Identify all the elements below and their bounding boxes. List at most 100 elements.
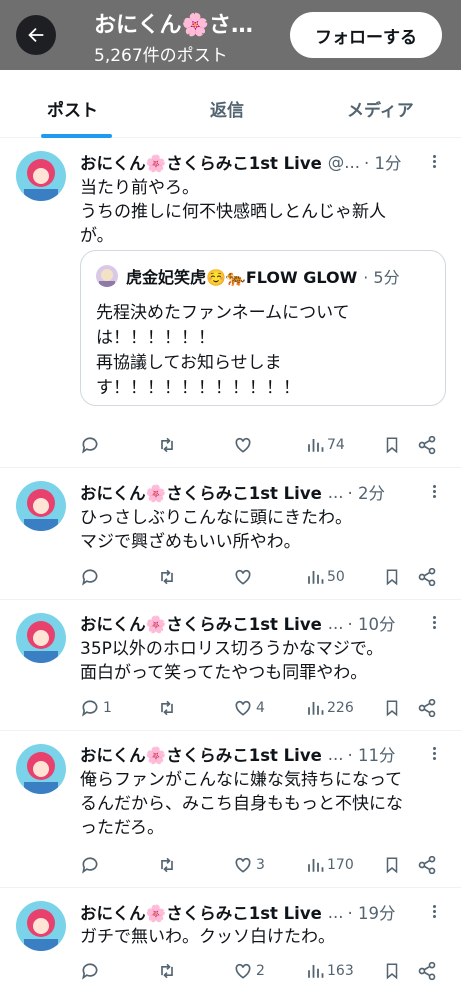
post[interactable]: おにくん🌸さくらみこ1st Live ... · 11分 俺らファンがこんなに嫌…	[0, 731, 461, 888]
post-author[interactable]: おにくん🌸さくらみこ1st Live	[80, 900, 322, 924]
post-count: 5,267件のポスト	[94, 46, 228, 66]
post-time[interactable]: · 19分	[348, 900, 396, 924]
quote-avatar-image	[96, 265, 118, 287]
avatar[interactable]	[16, 481, 66, 531]
tab-replies[interactable]: 返信	[210, 96, 244, 121]
repost-icon	[161, 569, 173, 585]
views-icon	[308, 859, 324, 872]
more-options-icon[interactable]	[428, 903, 440, 923]
post[interactable]: おにくん🌸さくらみこ1st Live ... · 2分 ひっさしぶりこんなに頭に…	[0, 468, 461, 600]
post-author[interactable]: おにくん🌸さくらみこ1st Live	[80, 480, 322, 504]
share-button[interactable]	[417, 960, 437, 982]
tab-media[interactable]: メディア	[347, 96, 414, 121]
follow-button[interactable]: フォローする	[290, 12, 442, 58]
repost-button[interactable]	[157, 854, 177, 876]
post-actions: 1 4 226	[80, 697, 446, 721]
repost-icon	[161, 437, 173, 453]
avatar[interactable]	[16, 744, 66, 794]
reply-button[interactable]	[80, 960, 103, 982]
post-author[interactable]: おにくん🌸さくらみこ1st Live	[80, 611, 322, 635]
share-button[interactable]	[417, 434, 437, 456]
post-handle[interactable]: @...	[328, 153, 360, 172]
repost-icon	[161, 857, 173, 873]
avatar-image	[16, 613, 66, 663]
repost-button[interactable]	[157, 697, 177, 719]
more-options-icon[interactable]	[428, 745, 440, 765]
views-button[interactable]: 170	[306, 854, 354, 876]
like-button[interactable]	[233, 434, 256, 456]
profile-name: おにくん🌸さ…	[94, 13, 253, 38]
quote-time: · 5分	[363, 268, 400, 287]
bookmark-button[interactable]	[383, 434, 401, 456]
share-button[interactable]	[417, 566, 437, 588]
repost-button[interactable]	[157, 434, 177, 456]
views-button[interactable]: 226	[306, 697, 354, 719]
bookmark-icon	[386, 700, 398, 717]
share-icon	[418, 961, 436, 981]
quote-text: 先程決めたファンネームについて は！！！！！！ 再協議してお知らせしま す！！！…	[96, 303, 350, 398]
post[interactable]: おにくん🌸さくらみこ1st Live ... · 19分 ガチで無いわ。クッソ白…	[0, 888, 461, 999]
avatar[interactable]	[16, 613, 66, 663]
quote-author: 虎金妃笑虎☺️🐅FLOW GLOW	[126, 268, 358, 287]
views-icon	[308, 571, 324, 584]
reply-button[interactable]: 1	[80, 697, 112, 719]
reply-button[interactable]	[80, 854, 103, 876]
bookmark-button[interactable]	[383, 854, 401, 876]
post[interactable]: おにくん🌸さくらみこ1st Live @... · 1分 当たり前やろ。 うちの…	[0, 139, 461, 468]
like-button[interactable]: 3	[233, 854, 265, 876]
active-tab-indicator	[41, 134, 112, 138]
heart-icon	[235, 569, 251, 585]
post-text: 当たり前やろ。 うちの推しに何不快感晒しとんじゃ新人 が。	[80, 178, 386, 246]
bookmark-icon	[386, 857, 398, 874]
post-actions: 50	[80, 566, 446, 590]
post-text: ひっさしぶりこんなに頭にきたわ。 マジで興ざめもいい所やわ。	[80, 508, 352, 552]
views-button[interactable]: 74	[306, 434, 345, 456]
arrow-left-icon	[28, 27, 44, 43]
post-text: ガチで無いわ。クッソ白けたわ。	[80, 927, 335, 947]
post-author[interactable]: おにくん🌸さくらみこ1st Live	[80, 742, 322, 766]
heart-icon	[235, 963, 251, 979]
repost-button[interactable]	[157, 960, 177, 982]
like-button[interactable]: 4	[233, 697, 265, 719]
profile-tabs: ポスト 返信 メディア	[0, 82, 461, 138]
quoted-post[interactable]: 虎金妃笑虎☺️🐅FLOW GLOW · 5分 先程決めたファンネームについて は…	[80, 250, 446, 406]
like-button[interactable]	[233, 566, 256, 588]
post-actions: 2 163	[80, 960, 446, 984]
avatar[interactable]	[16, 151, 66, 201]
bookmark-icon	[386, 437, 398, 454]
post-text: 俺らファンがこんなに嫌な気持ちになって るんだから、みこち自身ももっと不快にな …	[80, 770, 403, 838]
like-button[interactable]: 2	[233, 960, 265, 982]
share-button[interactable]	[417, 854, 437, 876]
bookmark-button[interactable]	[383, 960, 401, 982]
post-time[interactable]: · 2分	[348, 480, 386, 504]
more-options-icon[interactable]	[428, 614, 440, 634]
more-options-icon[interactable]	[428, 153, 440, 173]
post[interactable]: おにくん🌸さくらみこ1st Live ... · 10分 35P以外のホロリス切…	[0, 600, 461, 731]
post-handle[interactable]: ...	[328, 903, 344, 922]
share-icon	[418, 698, 436, 718]
post-time[interactable]: · 10分	[348, 611, 396, 635]
tab-posts[interactable]: ポスト	[47, 96, 98, 121]
post-author[interactable]: おにくん🌸さくらみこ1st Live	[80, 150, 322, 174]
views-button[interactable]: 50	[306, 566, 345, 588]
avatar[interactable]	[16, 901, 66, 951]
post-actions: 3 170	[80, 854, 446, 878]
reply-icon	[82, 700, 98, 717]
share-icon	[418, 855, 436, 875]
bookmark-button[interactable]	[383, 566, 401, 588]
post-handle[interactable]: ...	[328, 483, 344, 502]
repost-button[interactable]	[157, 566, 177, 588]
share-button[interactable]	[417, 697, 437, 719]
post-time[interactable]: · 11分	[348, 742, 396, 766]
post-time[interactable]: · 1分	[364, 150, 402, 174]
post-handle[interactable]: ...	[328, 614, 344, 633]
reply-button[interactable]	[80, 566, 103, 588]
avatar-image	[16, 151, 66, 201]
back-button[interactable]	[16, 15, 56, 55]
more-options-icon[interactable]	[428, 483, 440, 503]
bookmark-button[interactable]	[383, 697, 401, 719]
reply-button[interactable]	[80, 434, 103, 456]
views-button[interactable]: 163	[306, 960, 354, 982]
post-handle[interactable]: ...	[328, 745, 344, 764]
post-text: 35P以外のホロリス切ろうかなマジで。 面白がって笑ってたやつも同罪やわ。	[80, 639, 384, 683]
